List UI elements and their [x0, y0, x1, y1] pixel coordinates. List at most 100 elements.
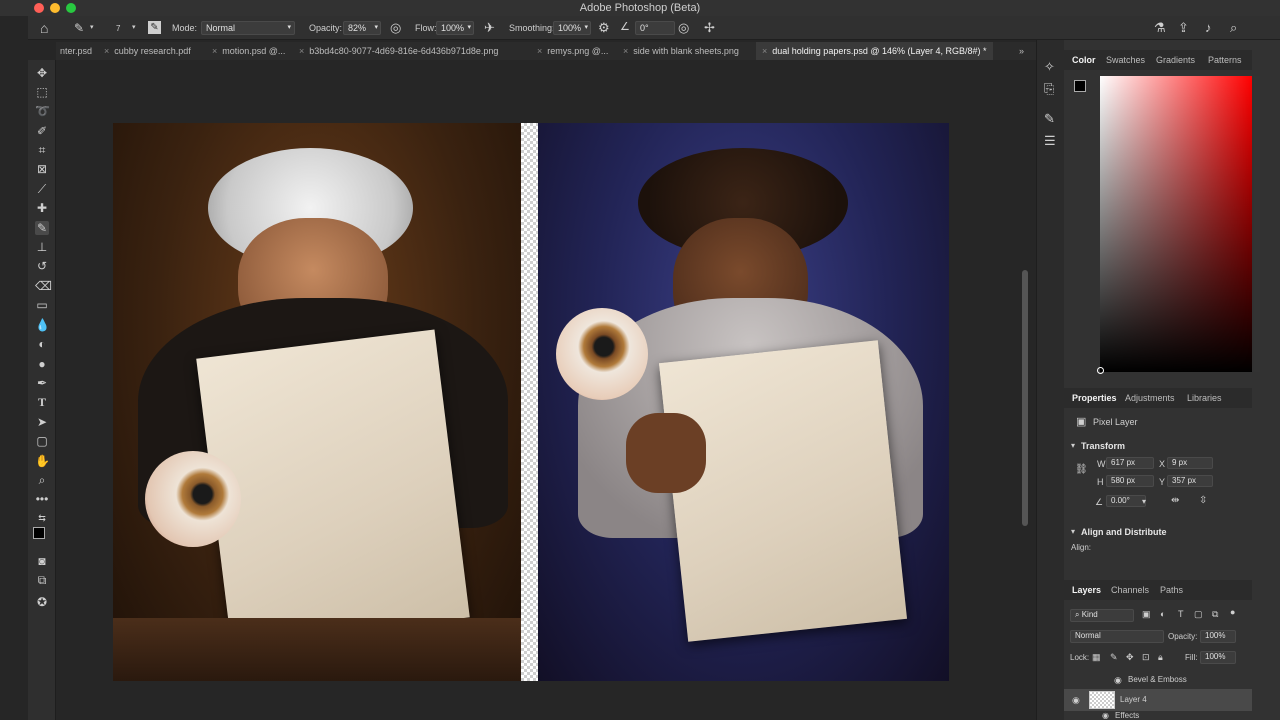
type-tool-icon[interactable]: T	[35, 395, 49, 409]
mode-select[interactable]: Normal ▾	[201, 21, 295, 35]
close-icon[interactable]: ×	[537, 46, 542, 56]
screen-mode-icon[interactable]: ⧉	[35, 573, 49, 587]
gradient-tool-icon[interactable]: ▭	[35, 298, 49, 312]
blur-tool-icon[interactable]: 💧	[35, 318, 50, 332]
swap-colors-icon[interactable]: ⇆	[35, 511, 49, 525]
x-field[interactable]: 9 px	[1167, 457, 1213, 469]
more-tools-icon[interactable]: •••	[35, 492, 49, 506]
tab-doc-active[interactable]: × dual holding papers.psd @ 146% (Layer 4…	[756, 42, 993, 60]
filter-adjustment-icon[interactable]: ◐	[1160, 609, 1165, 619]
beaker-icon[interactable]: ⚗	[1154, 21, 1166, 34]
bell-icon[interactable]: ♪	[1205, 21, 1212, 34]
flip-horizontal-icon[interactable]: ⇹	[1171, 495, 1179, 506]
brush-angle-field[interactable]: 0°	[635, 21, 675, 35]
pressure-opacity-icon[interactable]: ◎	[390, 21, 401, 34]
tab-doc-1[interactable]: nter.psd	[60, 42, 92, 60]
chevron-down-icon[interactable]: ▾	[132, 24, 136, 31]
tab-properties[interactable]: Properties	[1072, 388, 1117, 408]
layer-opacity-field[interactable]: 100%	[1200, 630, 1236, 643]
tab-patterns[interactable]: Patterns	[1208, 50, 1242, 70]
lasso-tool-icon[interactable]: ➰	[35, 104, 50, 118]
close-icon[interactable]: ×	[212, 46, 217, 56]
fill-field[interactable]: 100%	[1200, 651, 1236, 664]
zoom-tool-icon[interactable]: ⌕	[35, 473, 49, 487]
close-icon[interactable]: ×	[299, 46, 304, 56]
eye-icon[interactable]: ◉	[1114, 675, 1122, 686]
tab-paths[interactable]: Paths	[1160, 580, 1183, 600]
gear-icon[interactable]: ⚙	[598, 21, 610, 34]
tab-swatches[interactable]: Swatches	[1106, 50, 1145, 70]
chevron-down-icon[interactable]: ▾	[90, 24, 94, 31]
tab-doc-5[interactable]: × remys.png @...	[537, 42, 608, 60]
tab-doc-3[interactable]: × motion.psd @...	[212, 42, 285, 60]
marquee-tool-icon[interactable]: ⬚	[35, 85, 49, 99]
align-distribute-heading[interactable]: Align and Distribute	[1081, 527, 1167, 537]
chevron-down-icon[interactable]: ▾	[1071, 527, 1075, 536]
burn-tool-icon[interactable]: ●	[35, 357, 49, 371]
transform-heading[interactable]: Transform	[1081, 441, 1125, 451]
generative-icon[interactable]: ✪	[35, 595, 49, 609]
hue-slider[interactable]	[1254, 76, 1260, 372]
brush-settings-panel-icon[interactable]: ✎	[1044, 112, 1055, 125]
filter-type-icon[interactable]: T	[1178, 609, 1184, 619]
tab-layers[interactable]: Layers	[1072, 580, 1101, 600]
filter-smart-object-icon[interactable]: ⧉	[1212, 609, 1218, 620]
history-panel-icon[interactable]: ✧	[1044, 60, 1055, 73]
tab-adjustments[interactable]: Adjustments	[1125, 388, 1175, 408]
move-tool-icon[interactable]: ✥	[35, 66, 49, 80]
filter-toggle-icon[interactable]: ●	[1230, 607, 1235, 617]
crop-tool-icon[interactable]: ⌗	[35, 143, 49, 157]
smoothing-field[interactable]: 100% ▾	[553, 21, 591, 35]
filter-pixel-icon[interactable]: ▣	[1142, 609, 1151, 620]
eye-icon[interactable]: ◉	[1102, 711, 1109, 720]
tab-doc-2[interactable]: × cubby research.pdf	[104, 42, 191, 60]
share-icon[interactable]: ⇪	[1178, 21, 1189, 34]
flow-field[interactable]: 100% ▾	[436, 21, 474, 35]
blend-mode-select[interactable]: Normal	[1070, 630, 1164, 643]
frame-tool-icon[interactable]: ⊠	[35, 162, 49, 176]
filter-shape-icon[interactable]: ▢	[1194, 609, 1203, 620]
y-field[interactable]: 357 px	[1167, 475, 1213, 487]
hand-tool-icon[interactable]: ✋	[35, 454, 50, 468]
flip-vertical-icon[interactable]: ⇳	[1199, 495, 1207, 506]
airbrush-icon[interactable]: ✈	[484, 21, 495, 34]
lock-image-icon[interactable]: ✎	[1110, 652, 1118, 663]
rotate-angle-field[interactable]: 0.00°	[1106, 495, 1146, 507]
eraser-tool-icon[interactable]: ⌫	[35, 279, 52, 293]
brush-size-value[interactable]: 7	[116, 22, 120, 36]
dodge-tool-icon[interactable]: ◐	[35, 337, 49, 351]
path-select-tool-icon[interactable]: ➤	[35, 415, 49, 429]
tab-gradients[interactable]: Gradients	[1156, 50, 1195, 70]
color-picker-marker[interactable]	[1097, 367, 1104, 374]
width-field[interactable]: 617 px	[1106, 457, 1154, 469]
tab-libraries[interactable]: Libraries	[1187, 388, 1222, 408]
artwork-right-image[interactable]	[538, 123, 949, 681]
close-icon[interactable]: ×	[623, 46, 628, 56]
adjustments-panel-icon[interactable]: ☰	[1044, 134, 1056, 147]
pen-tool-icon[interactable]: ✒	[35, 376, 49, 390]
actions-panel-icon[interactable]: ⎘	[1044, 82, 1054, 95]
canvas-vertical-scrollbar[interactable]	[1022, 270, 1028, 526]
history-brush-tool-icon[interactable]: ↺	[35, 259, 49, 273]
lock-transparent-icon[interactable]: ▦	[1092, 652, 1101, 663]
link-dimensions-icon[interactable]: ⛓	[1075, 465, 1088, 475]
artwork-left-image[interactable]	[113, 123, 521, 681]
symmetry-icon[interactable]: ✢	[704, 21, 715, 34]
effects-row[interactable]: ◉ Effects	[1064, 711, 1252, 720]
height-field[interactable]: 580 px	[1106, 475, 1154, 487]
quick-mask-icon[interactable]: ◙	[35, 554, 49, 568]
lock-position-icon[interactable]: ✥	[1126, 652, 1134, 663]
rectangle-tool-icon[interactable]: ▢	[35, 434, 49, 448]
brush-tool-icon[interactable]: ✎	[74, 22, 84, 34]
foreground-color-chip[interactable]	[1074, 80, 1086, 92]
color-picker-field[interactable]	[1100, 76, 1252, 372]
tab-color[interactable]: Color	[1072, 50, 1096, 70]
chevron-down-icon[interactable]: ▾	[1142, 497, 1146, 506]
layer-row[interactable]: ◉ Layer 4	[1064, 689, 1252, 711]
tab-channels[interactable]: Channels	[1111, 580, 1149, 600]
quick-select-tool-icon[interactable]: ✐	[35, 124, 49, 138]
tab-doc-4[interactable]: × b3bd4c80-9077-4d69-816e-6d436b971d8e.pn…	[299, 42, 498, 60]
lock-all-icon[interactable]: 🔒︎	[1158, 652, 1163, 663]
close-icon[interactable]: ×	[762, 46, 767, 56]
opacity-field[interactable]: 82% ▾	[343, 21, 381, 35]
